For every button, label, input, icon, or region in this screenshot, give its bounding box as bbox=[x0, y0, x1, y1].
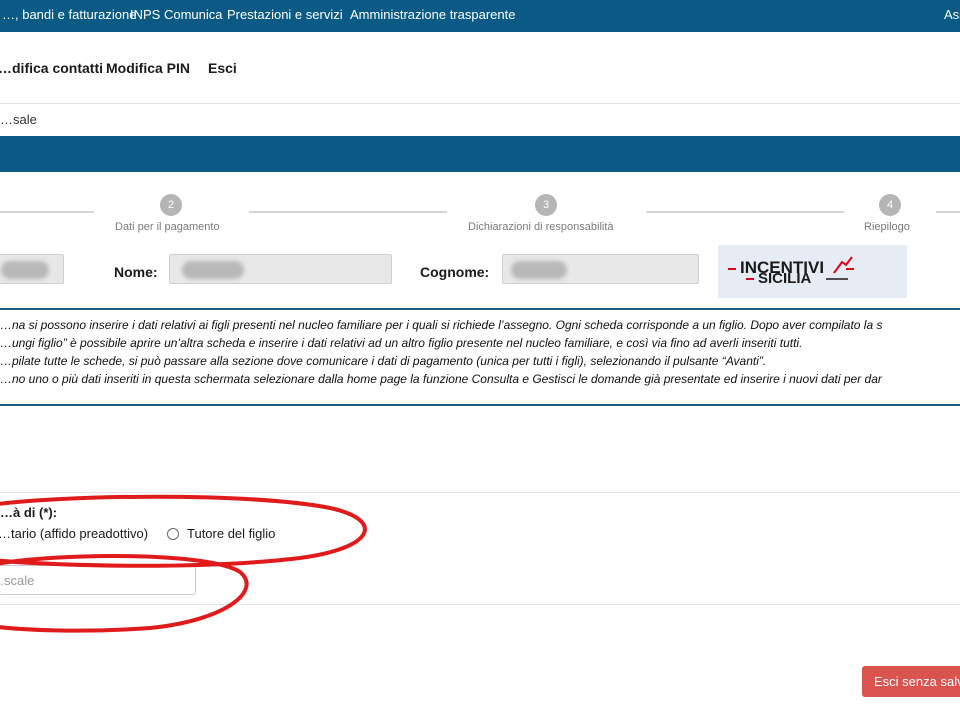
radio-tutore[interactable] bbox=[167, 528, 179, 540]
nav-link-inps-comunica[interactable]: INPS Comunica bbox=[130, 7, 222, 22]
step-3-circle[interactable]: 3 bbox=[535, 194, 557, 216]
divider bbox=[0, 604, 960, 605]
step-connector bbox=[936, 211, 960, 213]
esci-link[interactable]: Esci bbox=[208, 60, 237, 76]
instruction-line: …no uno o più dati inseriti in questa sc… bbox=[0, 372, 882, 386]
cognome-label: Cognome: bbox=[420, 264, 490, 280]
step-2-circle[interactable]: 2 bbox=[160, 194, 182, 216]
divider bbox=[0, 492, 960, 493]
codice-fiscale-readonly bbox=[0, 254, 64, 284]
instruction-line: …ungi figlio” è possibile aprire un’altr… bbox=[0, 336, 803, 350]
modifica-contatti-link[interactable]: …difica contatti bbox=[0, 60, 103, 76]
logo-line2: SICILIA bbox=[758, 270, 812, 287]
step-4-label: Riepilogo bbox=[864, 221, 910, 233]
codice-fiscale-input[interactable] bbox=[0, 565, 196, 595]
option-tutore-label[interactable]: Tutore del figlio bbox=[187, 526, 275, 541]
instruction-line: …na si possono inserire i dati relativi … bbox=[0, 318, 883, 332]
exit-without-save-button[interactable]: Esci senza salv bbox=[862, 666, 960, 697]
step-connector bbox=[646, 211, 844, 213]
qualita-label: …à di (*): bbox=[0, 505, 58, 520]
top-nav: …, bandi e fatturazione INPS Comunica Pr… bbox=[0, 0, 960, 32]
nome-readonly-field bbox=[169, 254, 392, 284]
breadcrumb[interactable]: …sale bbox=[0, 112, 37, 127]
nav-link-prestazioni-servizi[interactable]: Prestazioni e servizi bbox=[227, 7, 343, 22]
divider bbox=[0, 103, 960, 104]
step-2-label: Dati per il pagamento bbox=[115, 221, 220, 233]
step-connector bbox=[0, 211, 94, 213]
step-connector bbox=[249, 211, 447, 213]
nav-link-bandi-fatturazione[interactable]: …, bandi e fatturazione bbox=[2, 7, 136, 22]
nav-link-amministrazione-trasparente[interactable]: Amministrazione trasparente bbox=[350, 7, 515, 22]
incentivi-sicilia-logo: INCENTIVI SICILIA bbox=[718, 245, 907, 298]
modifica-pin-link[interactable]: Modifica PIN bbox=[106, 60, 190, 76]
step-4-circle[interactable]: 4 bbox=[879, 194, 901, 216]
nav-link-assistenza[interactable]: Ass bbox=[944, 7, 960, 22]
instructions-box: …na si possono inserire i dati relativi … bbox=[0, 308, 960, 406]
step-3-label: Dichiarazioni di responsabilità bbox=[468, 221, 614, 233]
section-header-bar bbox=[0, 136, 960, 172]
cognome-readonly-field bbox=[502, 254, 699, 284]
instruction-line: …pilate tutte le schede, si può passare … bbox=[0, 354, 767, 368]
nome-label: Nome: bbox=[114, 264, 158, 280]
option-affidatario-label[interactable]: …tario (affido preadottivo) bbox=[0, 526, 148, 541]
